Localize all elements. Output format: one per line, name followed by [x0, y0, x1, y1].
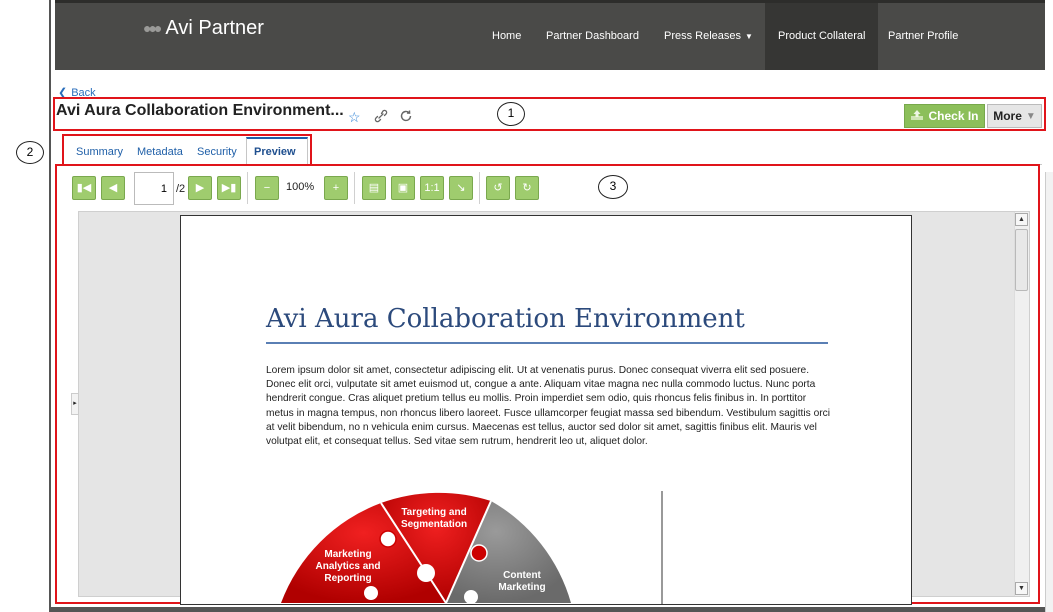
toolbar-separator	[354, 172, 355, 204]
caret-down-icon: ▼	[745, 32, 753, 41]
nav-product-collateral[interactable]: Product Collateral	[765, 3, 879, 70]
window-left-border	[49, 0, 51, 612]
check-in-label: Check In	[928, 109, 979, 123]
last-page-icon[interactable]: ▶▮	[217, 176, 241, 200]
callout-marker-3: 3	[598, 175, 628, 199]
scroll-up-icon[interactable]: ▲	[1015, 213, 1028, 226]
brand-name: Avi Partner	[165, 16, 264, 39]
nav-partner-profile[interactable]: Partner Profile	[875, 3, 971, 70]
rotate-right-icon[interactable]: ↻	[515, 176, 539, 200]
page-number-input[interactable]: 1	[134, 172, 174, 205]
rotate-left-icon[interactable]: ↺	[486, 176, 510, 200]
page-scrollbar[interactable]	[1045, 172, 1053, 612]
diagram-label-content: Content Marketing	[498, 570, 545, 593]
fit-height-icon[interactable]: ▤	[362, 176, 386, 200]
actual-size-icon[interactable]: 1:1	[420, 176, 444, 200]
top-navbar: ●●● Avi Partner Home Partner Dashboard P…	[55, 0, 1045, 70]
brand[interactable]: ●●● Avi Partner	[143, 13, 264, 43]
prev-page-icon[interactable]: ◀	[101, 176, 125, 200]
collapse-panel-handle[interactable]: ▸	[71, 393, 79, 415]
diagram-label-targeting: Targeting and Segmentation	[401, 507, 467, 530]
viewer-scroll-thumb[interactable]	[1015, 229, 1028, 291]
nav-home[interactable]: Home	[479, 3, 534, 70]
page-total: /2	[176, 183, 186, 195]
upload-icon	[910, 109, 924, 124]
nav-press-releases[interactable]: Press Releases ▼	[651, 3, 766, 70]
star-icon[interactable]: ☆	[348, 109, 361, 126]
nav-press-releases-label: Press Releases	[664, 30, 742, 42]
more-label: More	[993, 109, 1022, 123]
people-icon: ●●●	[143, 20, 162, 36]
check-in-button[interactable]: Check In	[904, 104, 985, 128]
document-heading: Avi Aura Collaboration Environment	[266, 304, 745, 334]
zoom-level: 100%	[286, 181, 315, 193]
refresh-icon[interactable]	[399, 109, 413, 126]
callout-box-2	[62, 134, 312, 166]
puzzle-wheel-diagram: Targeting and Segmentation Marketing Analy…	[281, 491, 663, 604]
zoom-in-icon[interactable]: +	[324, 176, 348, 200]
document-page: Avi Aura Collaboration Environment Lorem…	[180, 215, 912, 605]
fit-page-icon[interactable]: ▣	[391, 176, 415, 200]
diagram-label-marketing: Marketing Analytics and Reporting	[315, 549, 380, 584]
more-menu-button[interactable]: More ▼	[987, 104, 1042, 128]
document-body-text: Lorem ipsum dolor sit amet, consectetur …	[266, 365, 830, 448]
window-bottom-border	[51, 607, 1045, 612]
zoom-out-icon[interactable]: −	[255, 176, 279, 200]
caret-down-icon: ▼	[1025, 110, 1036, 122]
callout-marker-2: 2	[16, 141, 44, 164]
first-page-icon[interactable]: ▮◀	[72, 176, 96, 200]
toolbar-separator	[479, 172, 480, 204]
fit-width-icon[interactable]: ↘	[449, 176, 473, 200]
link-icon[interactable]	[374, 109, 388, 126]
next-page-icon[interactable]: ▶	[188, 176, 212, 200]
nav-partner-dashboard[interactable]: Partner Dashboard	[533, 3, 652, 70]
page-title: Avi Aura Collaboration Environment...	[56, 102, 344, 119]
heading-rule	[266, 342, 828, 344]
callout-marker-1: 1	[497, 102, 525, 126]
toolbar-separator	[247, 172, 248, 204]
scroll-down-icon[interactable]: ▼	[1015, 582, 1028, 595]
